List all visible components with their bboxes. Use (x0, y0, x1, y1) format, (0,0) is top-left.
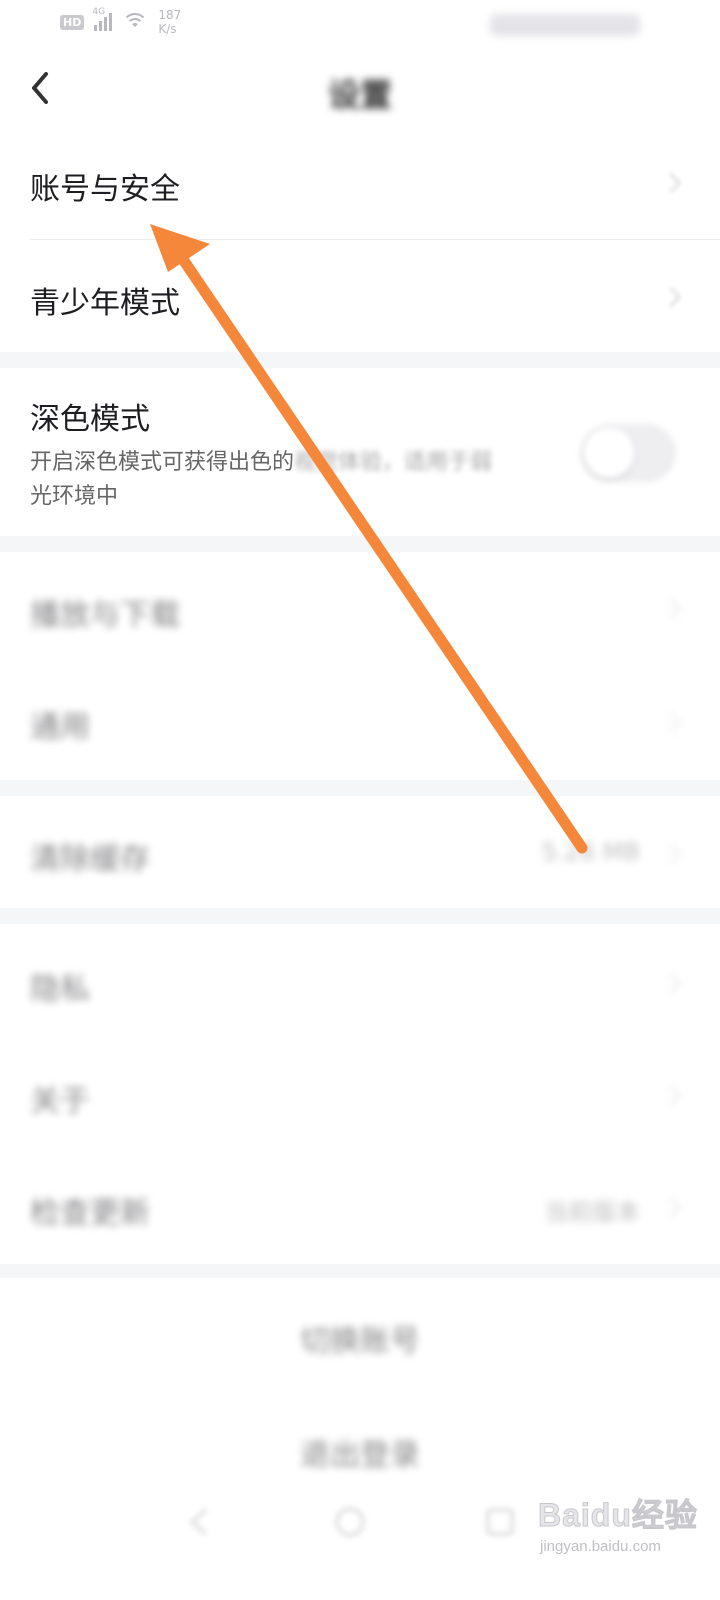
network-speed-unit: K/s (158, 22, 177, 36)
network-type: 4G (92, 7, 106, 17)
cache-size-value: 5.26 MB (541, 838, 640, 866)
chevron-right-icon (661, 1085, 681, 1105)
section-gap (0, 780, 720, 796)
dark-mode-description: 开启深色模式可获得出色的视觉体验，适用于弱 光环境中 (30, 446, 570, 514)
settings-item-general[interactable]: 通用 (0, 664, 720, 780)
section-gap (0, 908, 720, 924)
settings-item-label: 关于 (30, 1084, 90, 1119)
dark-mode-desc-line2: 光环境中 (30, 484, 119, 509)
chevron-right-icon (661, 287, 681, 307)
section-gap (0, 1264, 720, 1278)
settings-item-privacy[interactable]: 隐私 (0, 924, 720, 1038)
page-title: 设置 (327, 76, 392, 114)
network-speed-value: 187 (158, 8, 182, 22)
hd-badge: HD (60, 14, 85, 30)
chevron-right-icon (661, 713, 681, 733)
settings-item-label: 通用 (30, 710, 90, 745)
status-bar: HD 4G 187 K/s (0, 0, 720, 56)
chevron-right-icon (661, 173, 681, 193)
settings-item-label: 播放与下载 (30, 598, 180, 633)
logout-button[interactable]: 退出登录 (0, 1430, 720, 1474)
nav-home-icon[interactable] (330, 1502, 370, 1542)
baidu-jingyan-watermark: Baidu经验 jingyan.baidu.com (538, 1490, 708, 1590)
dark-mode-toggle[interactable] (580, 424, 676, 482)
settings-item-account-security[interactable]: 账号与安全 (0, 126, 720, 240)
switch-account-button[interactable]: 切换账号 (0, 1316, 720, 1360)
settings-item-label: 检查更新 (30, 1196, 150, 1231)
settings-item-label: 深色模式 (30, 402, 150, 437)
watermark-logo: Baidu经验 (538, 1497, 698, 1534)
settings-item-label: 青少年模式 (30, 286, 180, 321)
settings-item-label: 清除缓存 (30, 842, 150, 877)
dark-mode-desc-text: 开启深色模式可获得出色的 (30, 450, 295, 475)
settings-item-clear-cache[interactable]: 清除缓存 5.26 MB (0, 796, 720, 908)
wifi-icon (122, 13, 149, 31)
settings-screen: HD 4G 187 K/s 设置 账号与安全 青少年模式 深色模式 开启深色模式… (0, 0, 720, 1600)
settings-item-about[interactable]: 关于 (0, 1038, 720, 1150)
app-version-value: 当前版本 (544, 1198, 640, 1226)
nav-back-icon[interactable] (180, 1502, 220, 1542)
watermark-url: jingyan.baidu.com (540, 1538, 661, 1555)
settings-item-youth-mode[interactable]: 青少年模式 (0, 240, 720, 352)
chevron-right-icon (661, 973, 681, 993)
chevron-right-icon (661, 1197, 681, 1217)
dark-mode-desc-faded: 视觉体验，适用于弱 (294, 450, 493, 475)
settings-item-label: 账号与安全 (30, 172, 180, 207)
section-gap (0, 352, 720, 368)
status-icons-blurred (490, 14, 640, 36)
toggle-knob (584, 428, 634, 478)
nav-bar: 设置 (0, 56, 720, 126)
section-gap (0, 536, 720, 552)
settings-item-dark-mode: 深色模式 开启深色模式可获得出色的视觉体验，适用于弱 光环境中 (0, 368, 720, 536)
network-speed: 187 K/s (158, 8, 181, 36)
settings-item-play-download[interactable]: 播放与下载 (0, 552, 720, 664)
chevron-right-icon (661, 843, 681, 863)
cell-signal-icon: 4G (92, 7, 113, 31)
chevron-right-icon (661, 599, 681, 619)
settings-item-label: 隐私 (30, 972, 90, 1007)
settings-item-check-update[interactable]: 检查更新 当前版本 (0, 1150, 720, 1264)
nav-recents-icon[interactable] (480, 1502, 520, 1542)
